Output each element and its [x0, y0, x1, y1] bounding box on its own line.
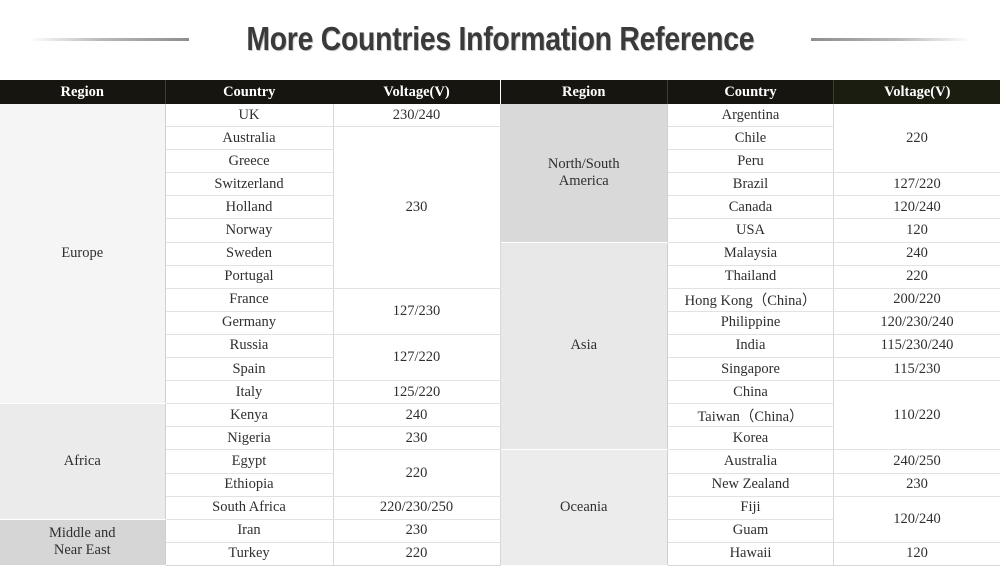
country-cell: Australia [165, 126, 334, 151]
voltage-cell: 240 [333, 403, 501, 428]
voltage-cell: 110/220 [833, 380, 1000, 451]
region-cell: Oceania [500, 449, 668, 566]
column-header-voltage: Voltage(V) [333, 80, 500, 104]
table-row: North/South America Argentina 220 [500, 104, 1000, 243]
region-cell: Europe [0, 104, 166, 405]
page-title: More Countries Information Reference [246, 20, 754, 57]
country-cell: Sweden [165, 242, 334, 266]
table-row: Oceania Australia 240/250 [500, 449, 1000, 566]
country-cell: India [667, 334, 834, 359]
voltage-cell: 115/230 [833, 357, 1000, 382]
column-header-region: Region [500, 80, 668, 104]
voltage-cell: 220 [333, 449, 501, 497]
country-cell: Portugal [165, 265, 334, 289]
region-cell: Middle and Near East [0, 519, 166, 566]
country-cell: Iran [165, 519, 334, 543]
country-cell: UK [165, 104, 334, 128]
voltage-cell: 120/240 [833, 496, 1000, 543]
voltage-table-left: Region Country Voltage(V) Europe UK 230/24… [0, 80, 501, 566]
country-cell: Philippine [667, 311, 834, 335]
voltage-cell: 127/230 [333, 288, 501, 335]
voltage-cell: 230/240 [333, 104, 501, 128]
country-cell: Nigeria [165, 426, 334, 451]
country-cell: Kenya [165, 403, 334, 428]
table-body-right: North/South America Argentina 220 Chile Peru B… [500, 104, 1000, 566]
country-cell: South Africa [165, 496, 334, 520]
title-rule-left-icon [28, 37, 189, 41]
table-row: Asia Malaysia 240 [500, 242, 1000, 451]
country-cell: Norway [165, 218, 334, 243]
voltage-cell: 230 [333, 126, 501, 289]
tables-container: Region Country Voltage(V) Europe UK 230/24… [0, 80, 1000, 566]
voltage-cell: 115/230/240 [833, 334, 1000, 359]
country-cell: Taiwan（China） [667, 403, 834, 428]
country-cell: Singapore [667, 357, 834, 382]
voltage-cell: 120/240 [833, 195, 1000, 220]
title-band: More Countries Information Reference [0, 0, 1000, 78]
country-cell: Russia [165, 334, 334, 359]
country-cell: Guam [667, 519, 834, 543]
column-header-region: Region [0, 80, 165, 104]
title-rule-right-icon [811, 37, 972, 41]
table-row: Africa Kenya 240 [0, 403, 501, 520]
country-cell: Italy [165, 380, 334, 405]
voltage-cell: 127/220 [333, 334, 501, 382]
country-cell: Switzerland [165, 172, 334, 197]
region-cell: North/South America [500, 104, 668, 243]
country-cell: USA [667, 218, 834, 243]
country-cell: Ethiopia [165, 473, 334, 497]
country-cell: New Zealand [667, 473, 834, 497]
country-cell: Hawaii [667, 542, 834, 566]
country-cell: China [667, 380, 834, 405]
table-row: Middle and Near East Iran 230 [0, 519, 501, 566]
voltage-cell: 127/220 [833, 172, 1000, 197]
country-cell: Brazil [667, 172, 834, 197]
voltage-cell: 120/230/240 [833, 311, 1000, 335]
column-header-country: Country [667, 80, 834, 104]
voltage-cell: 220 [333, 542, 501, 566]
country-cell: Peru [667, 149, 834, 174]
region-cell: Asia [500, 242, 668, 451]
voltage-cell: 220 [833, 104, 1000, 174]
voltage-cell: 120 [833, 218, 1000, 243]
country-cell: Thailand [667, 265, 834, 289]
voltage-cell: 240/250 [833, 449, 1000, 474]
country-cell: France [165, 288, 334, 312]
voltage-cell: 220 [833, 265, 1000, 289]
country-cell: Argentina [667, 104, 834, 128]
voltage-cell: 125/220 [333, 380, 501, 405]
region-cell: Africa [0, 403, 166, 520]
table-body-left: Europe UK 230/240 Australia 230 Greece Switzer… [0, 104, 501, 566]
country-cell: Fiji [667, 496, 834, 520]
table-header-row: Region Country Voltage(V) [0, 80, 500, 104]
voltage-cell: 120 [833, 542, 1000, 566]
table-row: Europe UK 230/240 [0, 104, 501, 405]
country-cell: Australia [667, 449, 834, 474]
country-cell: Korea [667, 426, 834, 451]
voltage-table-right: Region Country Voltage(V) North/South Ame… [500, 80, 1000, 566]
country-cell: Spain [165, 357, 334, 382]
column-header-country: Country [164, 80, 333, 104]
voltage-cell: 200/220 [833, 288, 1000, 312]
voltage-cell: 220/230/250 [333, 496, 501, 520]
table-header-row: Region Country Voltage(V) [500, 80, 1000, 104]
voltage-cell: 230 [333, 519, 501, 543]
column-header-voltage: Voltage(V) [833, 80, 1000, 104]
country-cell: Turkey [165, 542, 334, 566]
country-cell: Holland [165, 195, 334, 220]
voltage-cell: 230 [333, 426, 501, 451]
country-cell: Germany [165, 311, 334, 335]
country-cell: Chile [667, 126, 834, 151]
voltage-cell: 230 [833, 473, 1000, 497]
country-cell: Hong Kong（China） [667, 288, 834, 312]
country-cell: Egypt [165, 449, 334, 474]
country-cell: Greece [165, 149, 334, 174]
country-cell: Malaysia [667, 242, 834, 266]
country-cell: Canada [667, 195, 834, 220]
voltage-cell: 240 [833, 242, 1000, 266]
